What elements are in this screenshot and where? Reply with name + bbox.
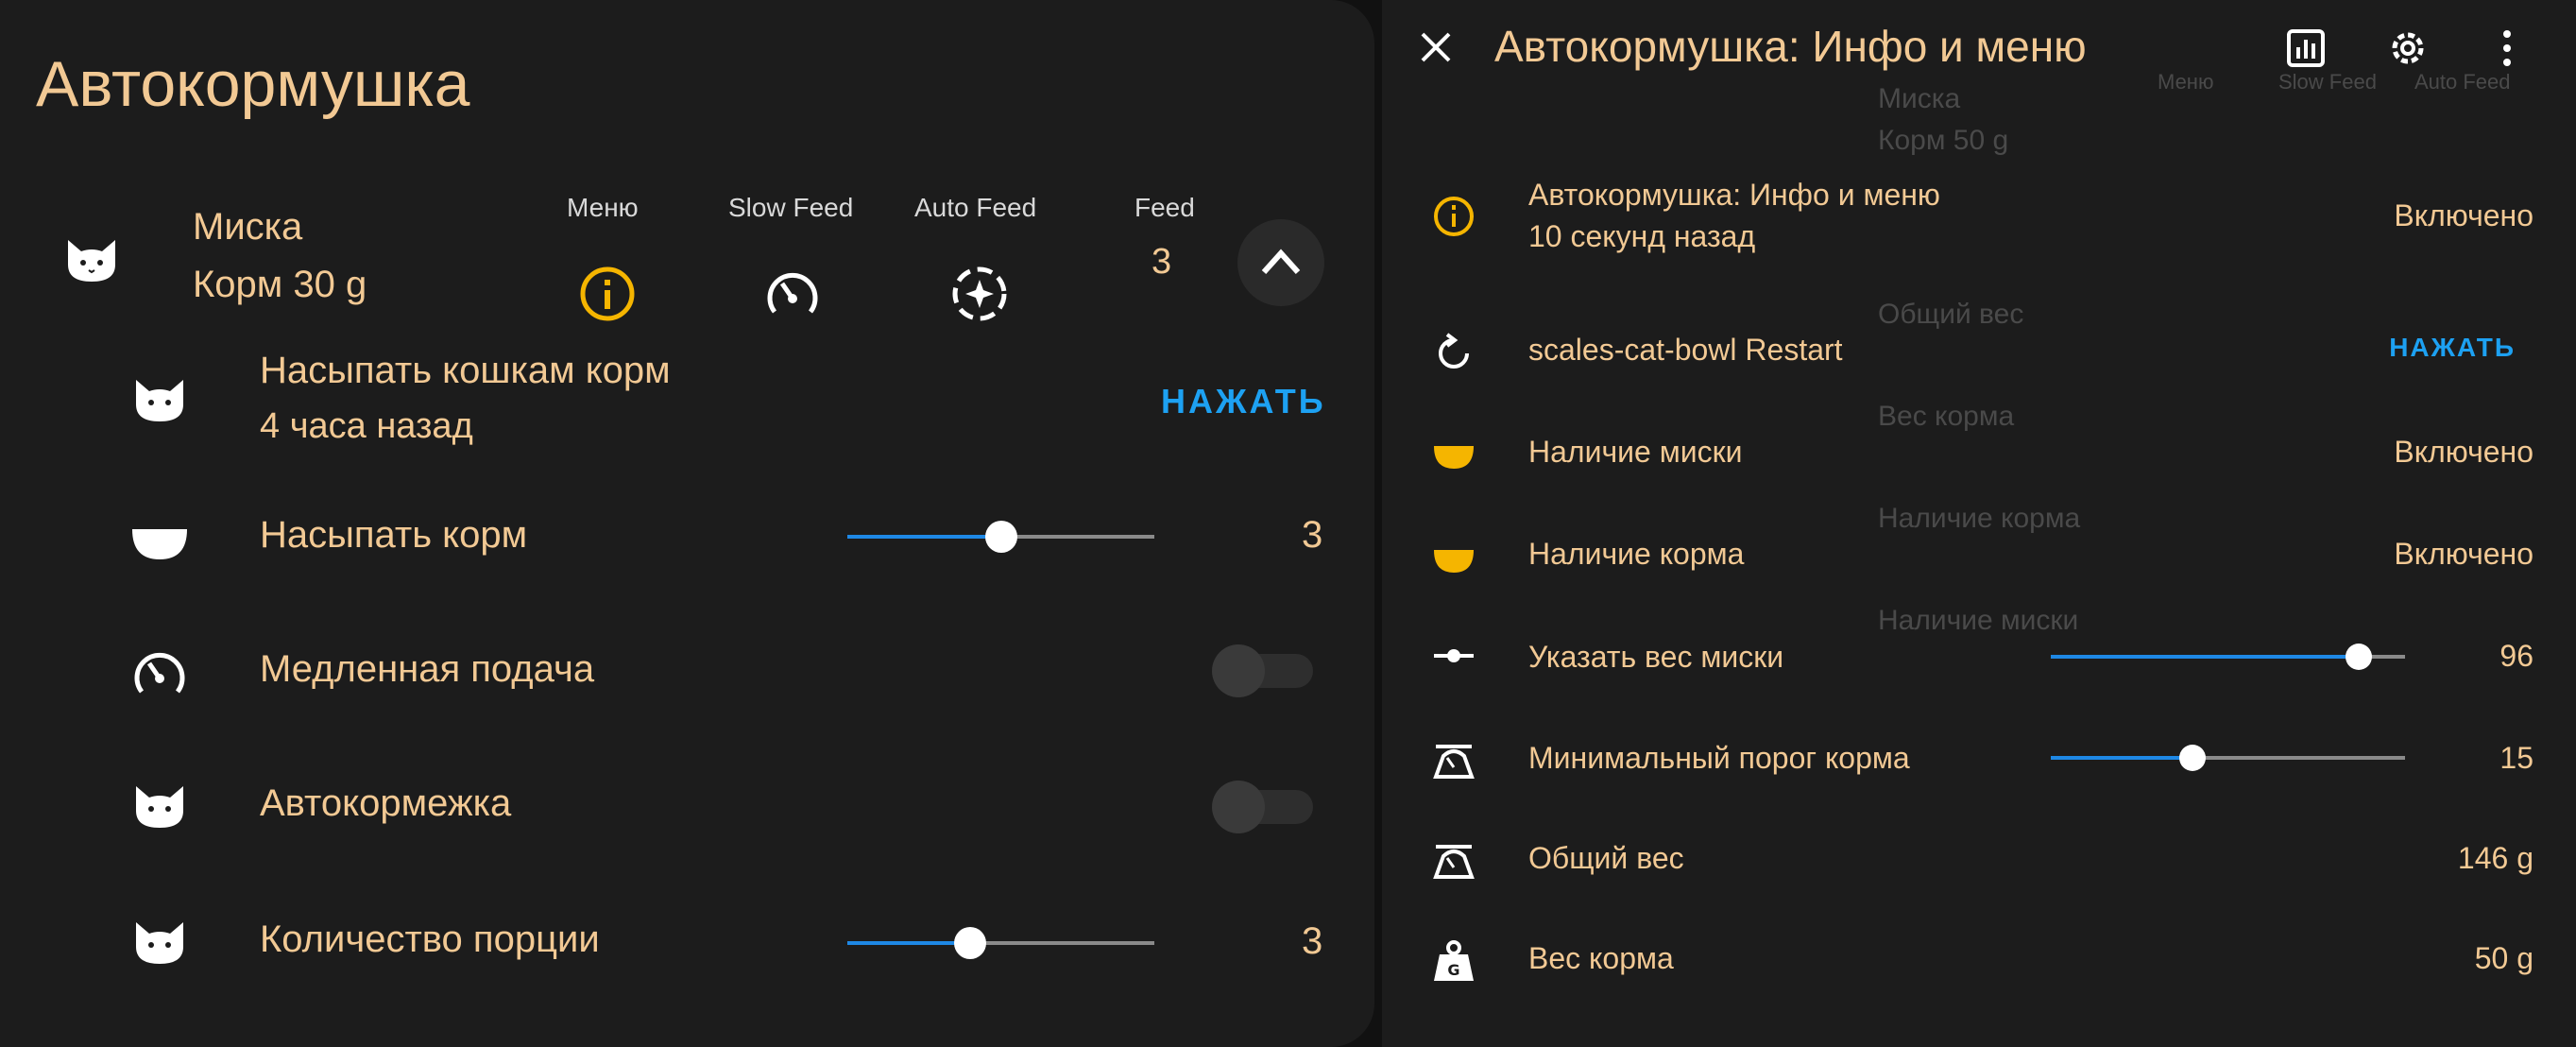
bowl-icon	[132, 529, 187, 559]
slider-min-food-threshold[interactable]	[2051, 745, 2405, 771]
slider-fill	[2051, 756, 2192, 760]
bowl-yellow-icon	[1434, 446, 1474, 469]
device-name[interactable]: Миска	[193, 206, 302, 249]
row-name[interactable]: Насыпать кошкам корм	[260, 350, 671, 392]
row-value: Включено	[2394, 537, 2533, 571]
slider-value: 96	[2499, 639, 2533, 673]
scale-bar-icon	[1434, 649, 1474, 662]
cat-icon	[136, 922, 183, 964]
row-name[interactable]: Количество порции	[260, 918, 600, 961]
row-name[interactable]: Наличие миски	[1528, 435, 1742, 470]
row-name[interactable]: Общий вес	[1528, 841, 1684, 876]
ghost-device-state: Корм 50 g	[1878, 125, 2009, 156]
slider-feed-amount[interactable]	[847, 521, 1154, 553]
feeder-card	[0, 0, 1374, 1047]
ghost-item-total-weight: Общий вес	[1878, 299, 2024, 330]
row-name[interactable]: Автокормежка	[260, 782, 511, 825]
scale-icon	[1433, 845, 1475, 879]
slider-handle[interactable]	[954, 927, 986, 959]
settings-gear-icon[interactable]	[2386, 26, 2430, 70]
card-title: Автокормушка	[36, 48, 470, 120]
ghost-item-bowl-presence: Наличие миски	[1878, 605, 2079, 636]
restart-icon	[1439, 333, 1469, 369]
slider-value: 3	[1302, 920, 1323, 962]
row-secondary: 10 секунд назад	[1528, 219, 1756, 253]
device-state: Корм 30 g	[193, 264, 367, 305]
ghost-item-food-presence: Наличие корма	[1878, 503, 2081, 534]
cat-icon	[136, 786, 183, 828]
slider-bowl-weight[interactable]	[2051, 644, 2405, 670]
row-value: Включено	[2394, 198, 2533, 232]
dialog-title: Автокормушка: Инфо и меню	[1494, 22, 2087, 71]
collapse-button[interactable]	[1237, 219, 1324, 306]
svg-text:G: G	[1447, 961, 1459, 979]
row-secondary: 4 часа назад	[260, 406, 473, 446]
bowl-yellow-icon	[1434, 550, 1474, 573]
slider-portion-count[interactable]	[847, 927, 1154, 959]
cat-icon[interactable]	[62, 236, 121, 285]
toggle-knob	[1212, 781, 1265, 833]
speedometer-icon[interactable]	[763, 265, 822, 323]
column-label-feed: Feed	[1134, 193, 1195, 222]
ghost-column-auto-feed: Auto Feed	[2414, 70, 2511, 94]
weight-icon: G	[1434, 940, 1474, 981]
row-value: 146 g	[2457, 841, 2533, 875]
row-name[interactable]: scales-cat-bowl Restart	[1528, 333, 1843, 368]
info-icon[interactable]	[578, 265, 637, 323]
feed-value: 3	[1152, 242, 1172, 282]
row-name[interactable]: Вес корма	[1528, 941, 1674, 976]
auto-feed-icon[interactable]	[950, 265, 1009, 323]
press-button[interactable]: НАЖАТЬ	[1161, 382, 1326, 421]
ghost-device-name: Миска	[1878, 83, 1961, 114]
ghost-column-menu: Меню	[2158, 70, 2214, 94]
more-vertical-icon[interactable]	[2494, 26, 2520, 70]
press-button[interactable]: НАЖАТЬ	[2389, 333, 2516, 363]
slider-fill	[847, 941, 970, 945]
slider-handle[interactable]	[984, 521, 1017, 553]
toggle-knob	[1212, 644, 1265, 697]
slider-value: 3	[1302, 514, 1323, 556]
row-name[interactable]: Насыпать корм	[260, 514, 527, 557]
ghost-item-food-weight: Вес корма	[1878, 401, 2015, 432]
history-chart-icon[interactable]	[2286, 28, 2326, 68]
row-name[interactable]: Минимальный порог корма	[1528, 741, 1910, 776]
slider-value: 15	[2499, 741, 2533, 775]
scale-icon	[1433, 745, 1475, 779]
slider-handle[interactable]	[2179, 745, 2206, 771]
row-name[interactable]: Наличие корма	[1528, 537, 1744, 572]
chevron-up-icon	[1261, 249, 1301, 275]
row-name[interactable]: Медленная подача	[260, 648, 594, 691]
column-label-auto-feed: Auto Feed	[914, 193, 1037, 222]
close-icon[interactable]	[1417, 28, 1455, 66]
ghost-column-slow-feed: Slow Feed	[2278, 70, 2377, 94]
row-value: 50 g	[2474, 941, 2533, 975]
row-value: Включено	[2394, 435, 2533, 469]
column-label-menu: Меню	[567, 193, 639, 222]
slider-fill	[847, 535, 1001, 539]
slider-fill	[2051, 655, 2360, 659]
cat-icon	[136, 380, 183, 421]
info-icon	[1434, 197, 1474, 236]
row-name[interactable]: Автокормушка: Инфо и меню	[1528, 178, 1940, 213]
speedometer-icon	[134, 652, 185, 694]
column-label-slow-feed: Slow Feed	[728, 193, 854, 222]
row-name[interactable]: Указать вес миски	[1528, 640, 1783, 675]
